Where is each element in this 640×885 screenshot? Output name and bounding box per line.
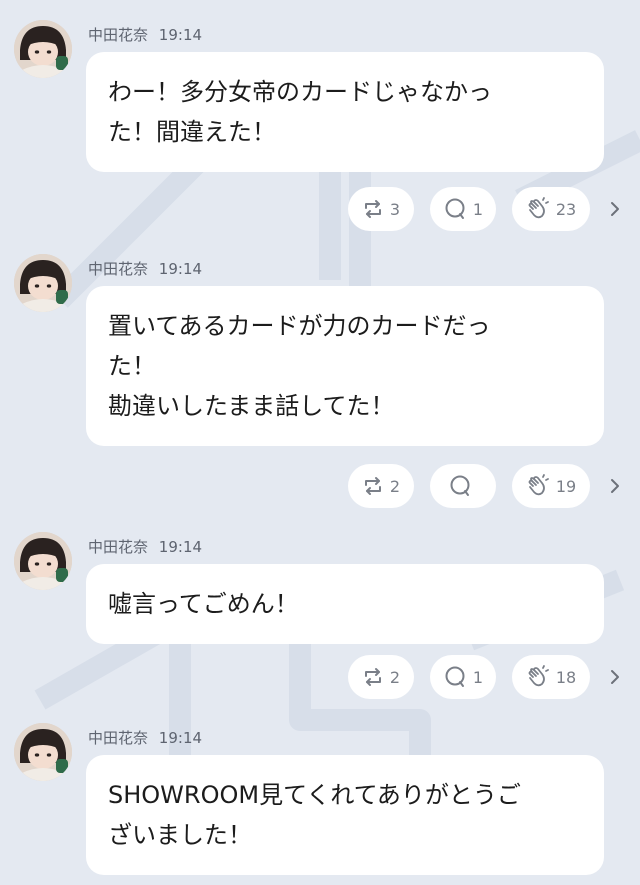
clap-button[interactable]: 23 xyxy=(512,187,590,231)
repost-button[interactable]: 2 xyxy=(348,464,414,508)
comment-count: 1 xyxy=(472,667,484,687)
comment-count: 1 xyxy=(472,199,484,219)
post-actions: 3 1 23 xyxy=(348,187,630,231)
post-meta: 中田花奈 19:14 xyxy=(88,24,202,45)
author-name[interactable]: 中田花奈 xyxy=(88,538,148,556)
comment-button[interactable] xyxy=(430,464,496,508)
clap-icon xyxy=(528,474,549,496)
comment-button[interactable]: 1 xyxy=(430,187,496,231)
repost-count: 3 xyxy=(389,199,401,219)
comment-icon xyxy=(450,475,470,496)
message-bubble[interactable]: 嘘言ってごめん！ xyxy=(86,564,604,644)
chevron-right-icon[interactable] xyxy=(606,666,624,688)
comment-button[interactable]: 1 xyxy=(430,655,496,699)
author-name[interactable]: 中田花奈 xyxy=(88,26,148,44)
author-name[interactable]: 中田花奈 xyxy=(88,260,148,278)
clap-count: 23 xyxy=(555,199,577,219)
repost-button[interactable]: 3 xyxy=(348,187,414,231)
clap-count: 19 xyxy=(555,476,577,496)
repost-count: 2 xyxy=(389,476,401,496)
post-meta: 中田花奈 19:14 xyxy=(88,536,202,557)
chevron-right-icon[interactable] xyxy=(606,475,624,497)
message-bubble[interactable]: 置いてあるカードが力のカードだっ た！ 勘違いしたまま話してた！ xyxy=(86,286,604,446)
post-time: 19:14 xyxy=(158,26,203,44)
clap-icon xyxy=(528,197,549,219)
avatar[interactable] xyxy=(14,532,72,590)
avatar[interactable] xyxy=(14,254,72,312)
comment-icon xyxy=(445,198,465,219)
clap-button[interactable]: 19 xyxy=(512,464,590,508)
clap-count: 18 xyxy=(555,667,577,687)
post-actions: 2 19 xyxy=(348,464,630,508)
repost-icon xyxy=(364,668,381,686)
post-time: 19:14 xyxy=(158,538,203,556)
clap-icon xyxy=(528,665,549,687)
message-bubble[interactable]: わー！多分女帝のカードじゃなかっ た！間違えた！ xyxy=(86,52,604,172)
comment-icon xyxy=(445,666,465,687)
repost-icon xyxy=(364,477,381,495)
clap-button[interactable]: 18 xyxy=(512,655,590,699)
message-feed[interactable]: 中田花奈 19:14 わー！多分女帝のカードじゃなかっ た！間違えた！ 3 1 … xyxy=(0,0,640,885)
avatar[interactable] xyxy=(14,20,72,78)
post-actions: 2 1 18 xyxy=(348,655,630,699)
repost-icon xyxy=(364,200,381,218)
avatar[interactable] xyxy=(14,723,72,781)
repost-button[interactable]: 2 xyxy=(348,655,414,699)
message-bubble[interactable]: SHOWROOM見てくれてありがとうご ざいました！ xyxy=(86,755,604,875)
post-meta: 中田花奈 19:14 xyxy=(88,727,202,748)
repost-count: 2 xyxy=(389,667,401,687)
post-time: 19:14 xyxy=(158,260,203,278)
post-time: 19:14 xyxy=(158,729,203,747)
author-name[interactable]: 中田花奈 xyxy=(88,729,148,747)
chevron-right-icon[interactable] xyxy=(606,198,624,220)
post-meta: 中田花奈 19:14 xyxy=(88,258,202,279)
